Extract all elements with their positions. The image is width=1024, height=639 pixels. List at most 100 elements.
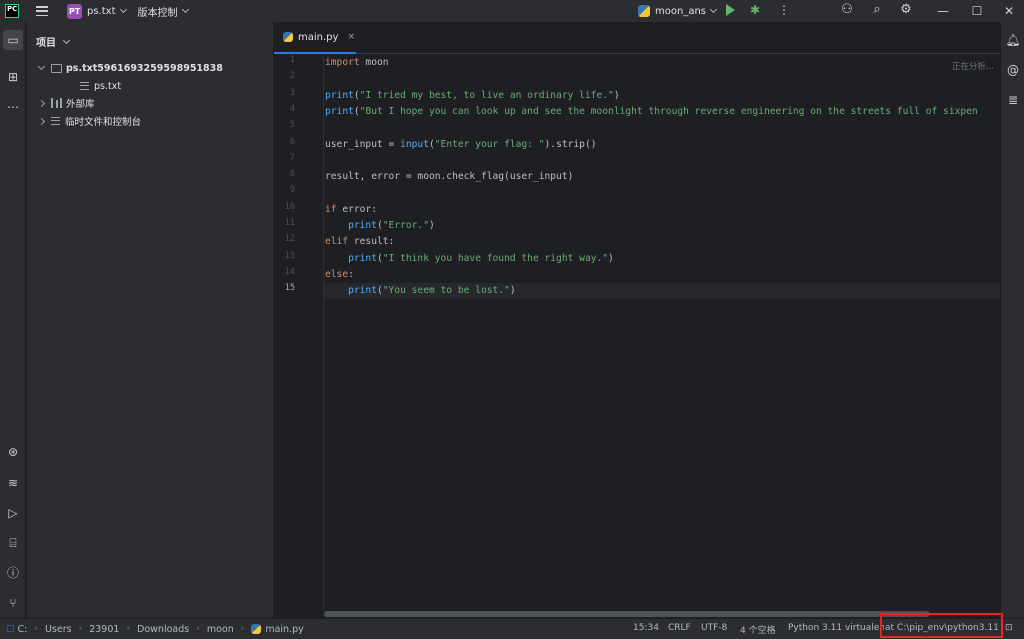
scratches-icon: [51, 116, 60, 126]
line-number[interactable]: 6: [273, 137, 295, 147]
line-number[interactable]: 15: [273, 283, 295, 293]
maximize-icon[interactable]: ☐: [962, 0, 992, 22]
code-line[interactable]: elif result:: [325, 234, 394, 250]
editor-tab-bar: main.py ×: [274, 22, 1000, 54]
code-line[interactable]: if error:: [325, 202, 377, 218]
breadcrumb-item[interactable]: Users: [45, 624, 72, 635]
code-line[interactable]: print("But I hope you can look up and se…: [325, 104, 978, 120]
chevron-down-icon[interactable]: [37, 62, 46, 71]
main-menu-icon[interactable]: [36, 6, 48, 16]
structure-icon[interactable]: ⊞: [3, 67, 23, 87]
line-number[interactable]: 9: [273, 185, 295, 195]
code-token: else: [325, 268, 349, 280]
line-separator[interactable]: CRLF: [668, 623, 691, 633]
breadcrumb-item[interactable]: C:: [18, 624, 28, 635]
chevron-right-icon[interactable]: [37, 117, 46, 125]
line-number[interactable]: 2: [273, 71, 295, 81]
python-packages-icon[interactable]: ⊛: [3, 442, 23, 462]
layers-icon[interactable]: ≋: [3, 473, 23, 493]
ai-assistant-icon[interactable]: @: [1003, 60, 1023, 80]
run-config-selector[interactable]: moon_ans: [638, 3, 718, 19]
line-number[interactable]: 8: [273, 169, 295, 179]
more-vertical-icon[interactable]: ⋮: [778, 3, 790, 17]
code-line[interactable]: else:: [325, 267, 354, 283]
code-token: "I think you have found the right way.": [382, 252, 609, 264]
debug-icon[interactable]: ✱: [750, 3, 762, 17]
tab-main-py[interactable]: main.py ×: [274, 22, 356, 54]
project-panel: 项目 ps.txt5961693259598951838 ps.txt 外部库 …: [27, 22, 273, 618]
code-token: ): [608, 252, 614, 264]
file-encoding[interactable]: UTF-8: [701, 623, 727, 633]
line-number-gutter[interactable]: 1 2 3 4 5 6 7 8 9 10 11 12 13 14 15: [274, 55, 324, 610]
code-line[interactable]: user_input = input("Enter your flag: ").…: [325, 137, 597, 153]
indent-setting[interactable]: 4 个空格: [740, 623, 776, 636]
code-token: "You seem to be lost.": [382, 285, 510, 297]
breadcrumb-item[interactable]: main.py: [265, 624, 303, 635]
python-icon: [638, 5, 650, 17]
line-number[interactable]: 7: [273, 153, 295, 163]
breadcrumb-item[interactable]: 23901: [89, 624, 119, 635]
code-token: "I tried my best, to live an ordinary li…: [359, 89, 614, 101]
lock-icon[interactable]: ⊡: [1005, 623, 1013, 633]
chevron-down-icon[interactable]: [119, 5, 127, 14]
git-icon[interactable]: ⑂: [3, 593, 23, 613]
code-token: :: [348, 268, 354, 280]
gear-icon[interactable]: ⚙: [898, 2, 914, 18]
terminal-icon[interactable]: ⌸: [3, 533, 23, 553]
code-token: user_input =: [325, 138, 401, 150]
chevron-right-icon: ›: [78, 624, 83, 634]
run-icon[interactable]: [726, 4, 735, 16]
breadcrumb-item[interactable]: moon: [207, 624, 234, 635]
code-editor[interactable]: import moon print("I tried my best, to li…: [324, 55, 1000, 610]
chevron-down-icon[interactable]: [181, 5, 189, 14]
minimize-icon[interactable]: —: [928, 0, 958, 22]
line-number[interactable]: 14: [273, 267, 295, 277]
tree-item-project-root[interactable]: ps.txt5961693259598951838: [37, 60, 223, 76]
line-number[interactable]: 1: [273, 55, 295, 65]
line-number[interactable]: 10: [273, 202, 295, 212]
line-number[interactable]: 5: [273, 120, 295, 130]
editor: main.py × 正在分析... 1 2 3 4 5 6 7 8 9 10 11 12 13 14 15 …: [274, 22, 1000, 618]
line-number[interactable]: 12: [273, 234, 295, 244]
search-icon[interactable]: ⌕: [869, 2, 885, 18]
add-user-icon[interactable]: ⚇: [839, 2, 855, 18]
panel-title[interactable]: 项目: [36, 34, 71, 49]
close-tab-icon[interactable]: ×: [347, 32, 355, 42]
line-number[interactable]: 11: [273, 218, 295, 228]
code-line[interactable]: print("I think you have found the right …: [325, 251, 614, 267]
line-number[interactable]: 3: [273, 88, 295, 98]
notifications-icon[interactable]: 🔔︎: [1003, 30, 1023, 50]
vcs-menu[interactable]: 版本控制: [138, 4, 178, 19]
horizontal-scrollbar[interactable]: [324, 611, 930, 617]
project-name[interactable]: ps.txt: [87, 6, 116, 17]
code-token: print: [348, 252, 377, 264]
chevron-right-icon[interactable]: [37, 99, 46, 107]
code-token: result, error = moon.check_flag(user_inp…: [325, 171, 574, 183]
code-line[interactable]: print("I tried my best, to live an ordin…: [325, 88, 620, 104]
line-number[interactable]: 13: [273, 251, 295, 261]
line-number[interactable]: 4: [273, 104, 295, 114]
problems-icon[interactable]: ⓘ: [3, 563, 23, 583]
project-folder-icon[interactable]: ▭: [3, 30, 23, 50]
code-line[interactable]: result, error = moon.check_flag(user_inp…: [325, 169, 573, 185]
project-badge[interactable]: PT: [67, 3, 82, 19]
interpreter-prefix[interactable]: Python 3.11 virtualenv: [788, 623, 884, 633]
pycharm-logo-icon[interactable]: PC: [5, 4, 19, 18]
tree-item-external-libraries[interactable]: 外部库: [37, 95, 95, 111]
chevron-right-icon: ›: [126, 624, 131, 634]
caret-position[interactable]: 15:34: [633, 623, 659, 633]
tree-item-file[interactable]: ps.txt: [80, 78, 121, 94]
more-horizontal-icon[interactable]: ⋯: [3, 97, 23, 117]
code-line[interactable]: print("You seem to be lost."): [325, 283, 516, 299]
code-line[interactable]: print("Error."): [325, 218, 435, 234]
database-icon[interactable]: ≣: [1003, 90, 1023, 110]
breadcrumb-item[interactable]: Downloads: [137, 624, 189, 635]
close-icon[interactable]: ✕: [994, 0, 1024, 22]
services-icon[interactable]: ▷: [3, 503, 23, 523]
tree-item-scratches[interactable]: 临时文件和控制台: [37, 113, 141, 129]
code-line[interactable]: import moon: [325, 55, 389, 71]
module-icon: ▢: [6, 624, 15, 634]
